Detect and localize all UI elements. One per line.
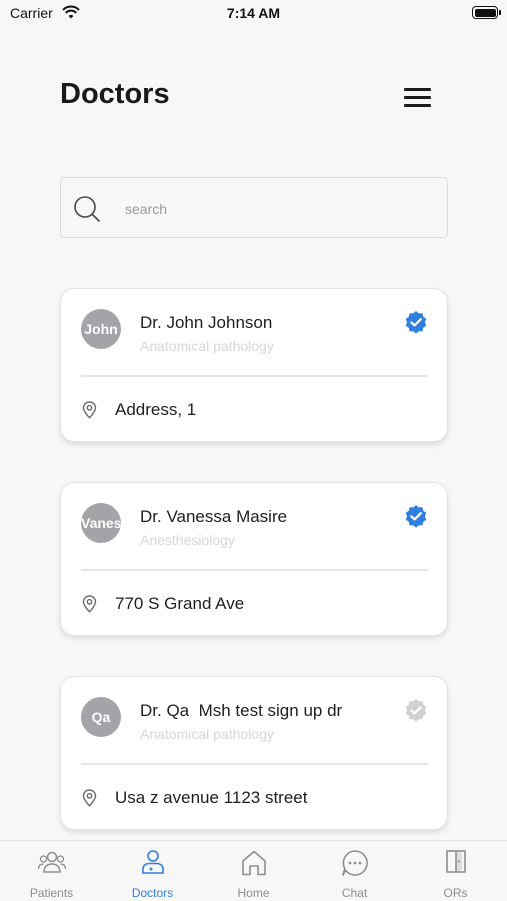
- menu-icon[interactable]: [404, 88, 432, 110]
- verified-badge-icon: [404, 310, 428, 339]
- doctor-address: 770 S Grand Ave: [115, 594, 245, 613]
- avatar: Vanessa: [81, 503, 121, 543]
- doctor-specialty: Anatomical pathology: [140, 338, 274, 354]
- doctor-icon: [102, 849, 203, 877]
- home-icon: [203, 849, 304, 877]
- patients-icon: [1, 849, 102, 877]
- location-pin-icon: [82, 595, 97, 618]
- unverified-badge-icon: [404, 698, 428, 727]
- doctor-specialty: Anesthesiology: [140, 532, 235, 548]
- battery-icon: [472, 6, 501, 19]
- tab-label: Patients: [29, 886, 74, 900]
- tab-doctors[interactable]: Doctors: [102, 841, 203, 901]
- page-title: Doctors: [60, 78, 170, 110]
- doctor-name: Dr. Qa Msh test sign up dr: [140, 701, 343, 720]
- doctor-name: Dr. John Johnson: [140, 313, 273, 332]
- bottom-tab-bar: Patients Doctors Home Chat ORs: [0, 840, 507, 901]
- tab-ors[interactable]: ORs: [405, 841, 506, 901]
- doctor-specialty: Anatomical pathology: [140, 726, 274, 742]
- verified-badge-icon: [404, 504, 428, 533]
- tab-chat[interactable]: Chat: [304, 841, 405, 901]
- search-box[interactable]: [60, 177, 448, 238]
- door-icon: [405, 849, 506, 877]
- status-time: 7:14 AM: [226, 5, 281, 21]
- tab-label: Doctors: [131, 886, 174, 900]
- doctor-card[interactable]: Qa Dr. Qa Msh test sign up dr Anatomical…: [60, 676, 448, 830]
- location-pin-icon: [82, 401, 97, 424]
- search-icon: [73, 195, 101, 228]
- status-bar: Carrier 7:14 AM: [0, 0, 507, 30]
- location-pin-icon: [82, 789, 97, 812]
- tab-patients[interactable]: Patients: [1, 841, 102, 901]
- tab-label: Chat: [341, 886, 368, 900]
- doctor-card[interactable]: Vanessa Dr. Vanessa Masire Anesthesiolog…: [60, 482, 448, 636]
- chat-icon: [304, 849, 405, 877]
- card-divider: [81, 763, 428, 765]
- tab-label: ORs: [443, 886, 468, 900]
- doctor-name: Dr. Vanessa Masire: [140, 507, 288, 526]
- card-divider: [81, 375, 428, 377]
- search-input[interactable]: [123, 196, 427, 222]
- doctor-card[interactable]: John Dr. John Johnson Anatomical patholo…: [60, 288, 448, 442]
- doctor-address: Usa z avenue 1123 street: [115, 788, 308, 807]
- avatar: Qa: [81, 697, 121, 737]
- avatar: John: [81, 309, 121, 349]
- card-divider: [81, 569, 428, 571]
- tab-label: Home: [237, 886, 270, 900]
- doctor-address: Address, 1: [115, 400, 197, 419]
- tab-home[interactable]: Home: [203, 841, 304, 901]
